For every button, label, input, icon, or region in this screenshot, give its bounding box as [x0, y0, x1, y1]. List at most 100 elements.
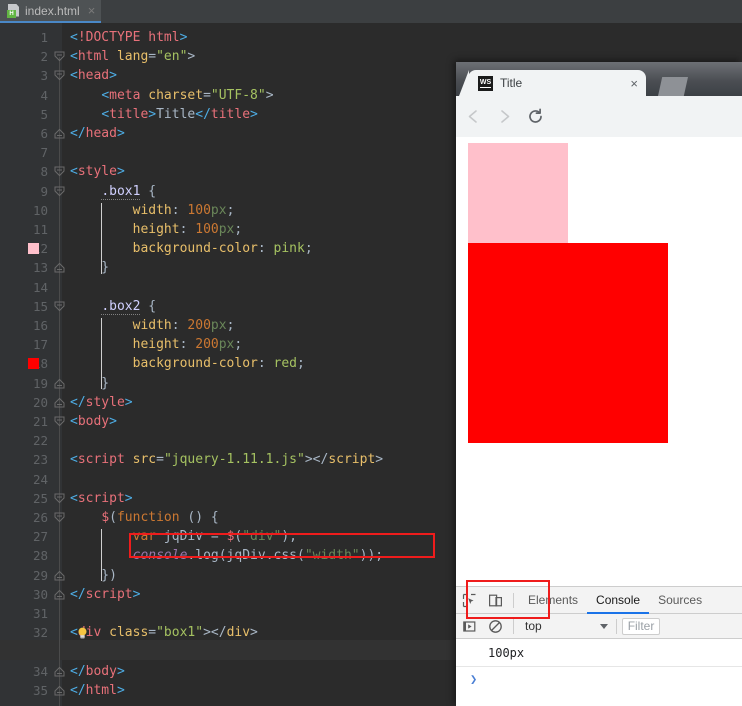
- browser-tab-title: Title: [500, 76, 523, 90]
- page-box2: [468, 243, 668, 443]
- code-line[interactable]: <style>: [70, 162, 125, 181]
- line-number: 30: [32, 586, 48, 602]
- code-line[interactable]: <meta charset="UTF-8">: [70, 86, 273, 105]
- indent-guide: [101, 318, 103, 389]
- gutter-color-swatch[interactable]: [28, 358, 39, 370]
- code-line[interactable]: <script>: [70, 489, 133, 508]
- execution-context-label[interactable]: top: [519, 619, 542, 633]
- inspect-element-icon[interactable]: [456, 587, 482, 613]
- html-file-icon: H: [7, 3, 20, 18]
- toolbar-divider: [513, 592, 514, 608]
- code-line[interactable]: background-color: red;: [70, 354, 305, 373]
- chevron-down-icon[interactable]: [599, 623, 608, 629]
- line-number: 27: [32, 529, 48, 545]
- fold-marker[interactable]: [54, 70, 65, 81]
- fold-marker[interactable]: [54, 186, 65, 197]
- line-number: 8: [40, 164, 48, 180]
- close-icon[interactable]: ×: [85, 4, 96, 17]
- fold-marker[interactable]: [54, 570, 65, 581]
- code-line[interactable]: </script>: [70, 585, 140, 604]
- fold-marker[interactable]: [54, 512, 65, 523]
- browser-tab[interactable]: WS Title ×: [468, 70, 646, 96]
- code-line[interactable]: </html>: [70, 681, 125, 700]
- page-viewport[interactable]: [456, 137, 742, 586]
- code-line[interactable]: height: 100px;: [70, 220, 243, 239]
- webstorm-ws-icon: WS: [478, 75, 493, 91]
- tab-console[interactable]: Console: [587, 587, 649, 614]
- line-number: 34: [32, 663, 48, 679]
- device-toolbar-icon[interactable]: [482, 587, 508, 613]
- fold-marker[interactable]: [54, 666, 65, 677]
- code-line[interactable]: </head>: [70, 124, 125, 143]
- code-line[interactable]: <script src="jquery-1.11.1.js"></script>: [70, 450, 383, 469]
- console-filter-input[interactable]: Filter: [621, 617, 661, 635]
- console-toolbar-divider: [513, 618, 514, 634]
- code-line[interactable]: console.log(jqDiv.css("width"));: [70, 546, 383, 565]
- execute-icon[interactable]: [456, 613, 482, 639]
- line-number: 24: [32, 471, 48, 487]
- tab-close-icon[interactable]: ×: [630, 77, 638, 90]
- chrome-browser-window[interactable]: WS Title × Elements Console Sources top …: [456, 62, 742, 706]
- code-line[interactable]: <head>: [70, 66, 117, 85]
- clear-console-icon[interactable]: [482, 613, 508, 639]
- fold-marker[interactable]: [54, 685, 65, 696]
- code-line[interactable]: .box1 {: [70, 182, 156, 201]
- code-line[interactable]: }): [70, 566, 117, 585]
- devtools-panel[interactable]: Elements Console Sources top Filter 100p…: [456, 586, 742, 706]
- line-number: 6: [40, 126, 48, 141]
- code-line[interactable]: background-color: pink;: [70, 239, 313, 258]
- fold-marker[interactable]: [54, 301, 65, 312]
- browser-title-bar: WS Title ×: [456, 62, 742, 96]
- fold-marker[interactable]: [54, 262, 65, 273]
- indent-guide: [101, 202, 103, 274]
- reload-icon[interactable]: [521, 103, 549, 131]
- code-line[interactable]: <html lang="en">: [70, 47, 195, 66]
- console-log-row[interactable]: 100px: [456, 639, 742, 667]
- line-number: 18: [32, 356, 48, 372]
- line-number: 20: [32, 394, 48, 410]
- back-arrow-icon[interactable]: [459, 103, 487, 131]
- line-number: 7: [40, 145, 48, 161]
- console-prompt-row[interactable]: ❯: [456, 668, 742, 690]
- code-line[interactable]: }: [70, 258, 109, 277]
- gutter-color-swatch[interactable]: [28, 243, 39, 255]
- code-line[interactable]: }: [70, 374, 109, 393]
- code-line[interactable]: <title>Title</title>: [70, 105, 258, 124]
- fold-marker[interactable]: [54, 493, 65, 504]
- code-line[interactable]: width: 100px;: [70, 201, 235, 220]
- screenshot-root: H index.html × 1 2 3 4 5 6 7 8 9 10 11 12 13 14 15 16 17…: [0, 0, 742, 706]
- console-output[interactable]: 100px ❯: [456, 639, 742, 706]
- new-tab-button[interactable]: [658, 77, 688, 96]
- intention-bulb-icon[interactable]: [77, 626, 88, 639]
- line-number: 9: [40, 183, 48, 199]
- line-number: 2: [40, 49, 48, 65]
- fold-marker[interactable]: [54, 378, 65, 389]
- fold-marker[interactable]: [54, 416, 65, 427]
- code-line[interactable]: <body>: [70, 412, 117, 431]
- code-line[interactable]: </body>: [70, 662, 125, 681]
- forward-arrow-icon[interactable]: [490, 103, 518, 131]
- tab-sources[interactable]: Sources: [649, 587, 711, 614]
- code-line[interactable]: width: 200px;: [70, 316, 235, 335]
- line-number: 4: [40, 87, 48, 103]
- fold-marker[interactable]: [54, 166, 65, 177]
- line-number: 15: [32, 298, 48, 314]
- fold-marker[interactable]: [54, 397, 65, 408]
- code-line[interactable]: <!DOCTYPE html>: [70, 28, 187, 47]
- line-number: 25: [32, 490, 48, 506]
- line-number: 35: [32, 682, 48, 698]
- editor-tab-index-html[interactable]: H index.html ×: [0, 0, 102, 23]
- code-line[interactable]: var jqDiv = $("div");: [70, 527, 297, 546]
- code-line[interactable]: $(function () {: [70, 508, 218, 527]
- code-line[interactable]: .box2 {: [70, 297, 156, 316]
- fold-marker[interactable]: [54, 589, 65, 600]
- fold-marker[interactable]: [54, 51, 65, 62]
- code-line[interactable]: </style>: [70, 393, 133, 412]
- code-line[interactable]: height: 200px;: [70, 335, 243, 354]
- line-number: 5: [40, 106, 48, 122]
- line-number: 26: [32, 510, 48, 525]
- tab-elements[interactable]: Elements: [519, 587, 587, 614]
- line-number: 21: [32, 414, 48, 429]
- fold-marker[interactable]: [54, 128, 65, 139]
- console-toolbar-divider-2: [615, 618, 617, 634]
